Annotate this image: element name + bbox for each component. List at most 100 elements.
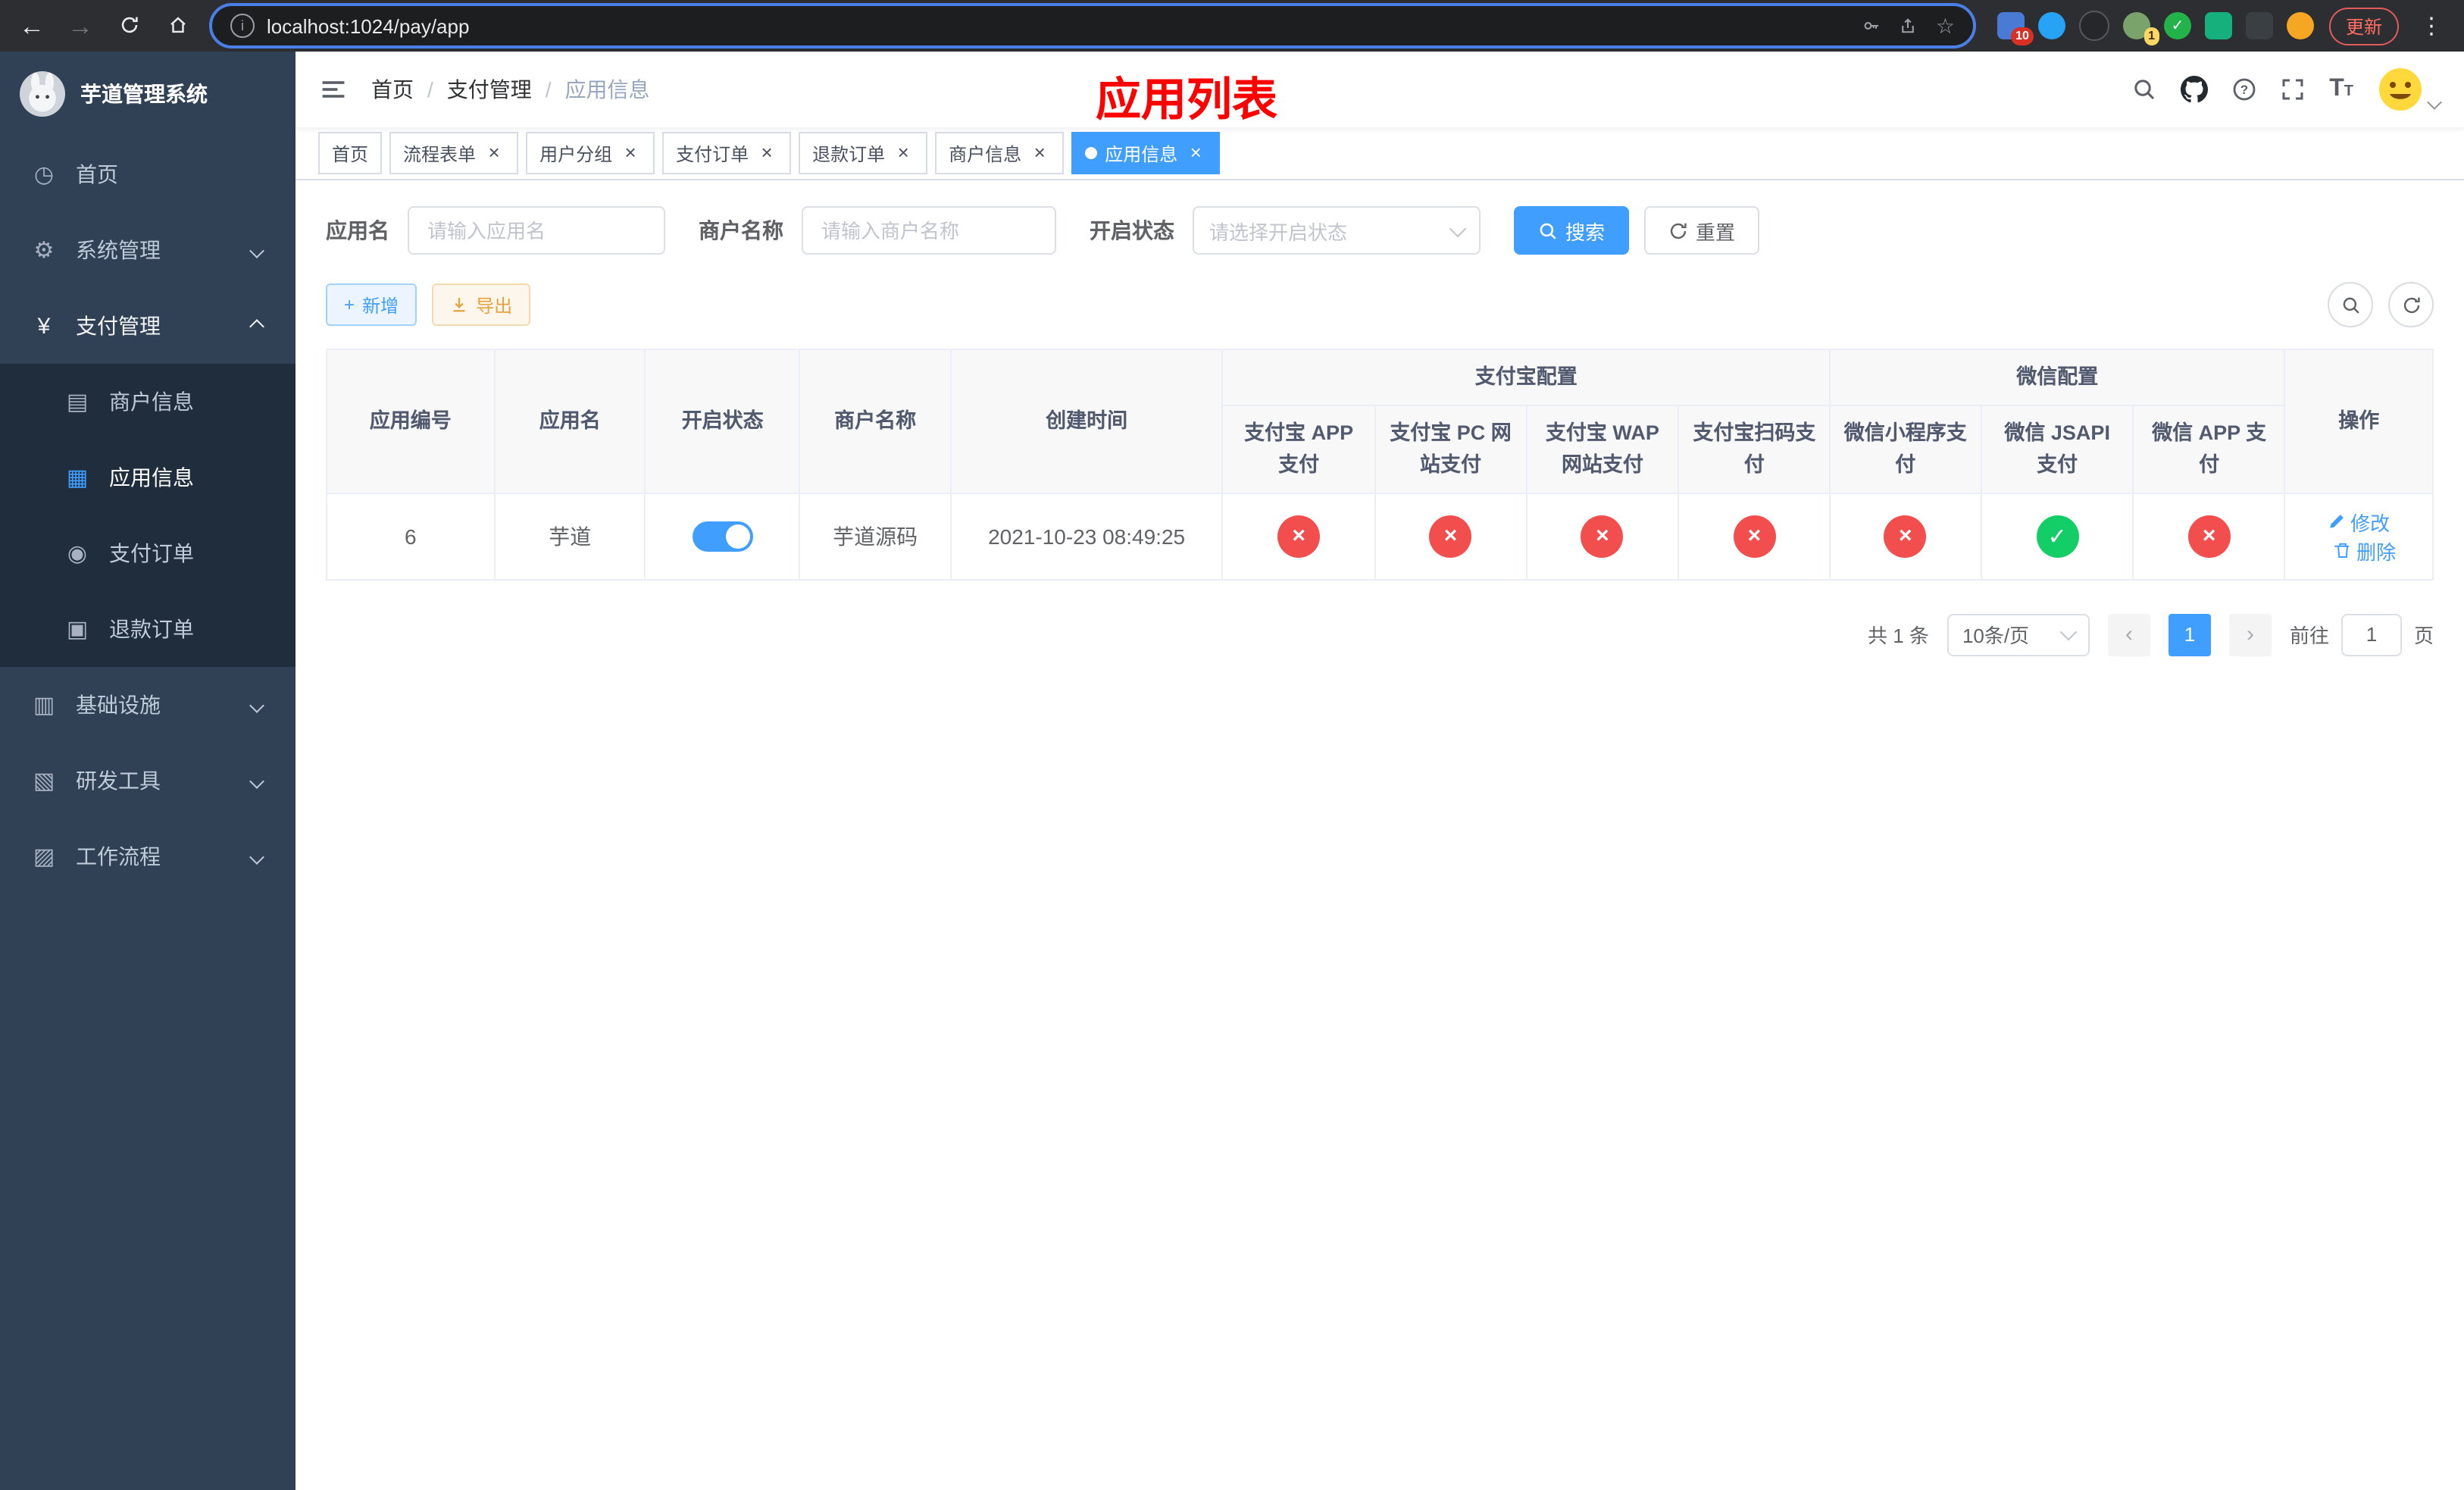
chevron-up-icon: [249, 318, 264, 333]
help-icon[interactable]: ?: [2232, 77, 2256, 102]
refund-icon: ▣: [66, 617, 89, 643]
browser-back-icon[interactable]: ←: [15, 13, 48, 39]
font-size-icon[interactable]: TT: [2329, 76, 2353, 103]
sidebar-item-label: 系统管理: [76, 238, 161, 262]
close-icon[interactable]: ×: [893, 142, 914, 164]
close-icon[interactable]: ×: [620, 142, 641, 164]
chevron-down-icon: [1449, 219, 1467, 237]
address-bar[interactable]: i localhost:1024/pay/app ☆: [209, 3, 1976, 49]
page-number-1[interactable]: 1: [2168, 613, 2211, 656]
infrastructure-icon: ▥: [33, 693, 55, 718]
password-key-icon[interactable]: [1863, 17, 1881, 35]
tab-refund-order[interactable]: 退款订单 ×: [799, 132, 928, 174]
bank-card-icon: ▤: [66, 390, 89, 415]
top-navbar: 首页 / 支付管理 / 应用信息 应用列表 ? TT: [295, 52, 2464, 127]
col-merchant: 商户名称: [799, 349, 952, 494]
goto-page-input[interactable]: [2340, 613, 2402, 656]
pagination: 共 1 条 10条/页 ‹ 1 › 前往 页: [326, 613, 2434, 656]
sidebar-item-dev-tools[interactable]: ▧ 研发工具: [0, 743, 295, 819]
extension-puzzle-dark-icon[interactable]: [2245, 12, 2273, 39]
breadcrumb-payment[interactable]: 支付管理: [447, 74, 532, 105]
app-logo-row[interactable]: 芋道管理系统: [0, 52, 295, 136]
logo-avatar: [20, 71, 65, 117]
tab-pay-order[interactable]: 支付订单 ×: [662, 132, 792, 174]
next-page-button[interactable]: ›: [2228, 613, 2272, 656]
extension-toolbar: 10 1 ✓: [1997, 11, 2314, 45]
edit-link[interactable]: 修改: [2328, 508, 2390, 537]
github-icon[interactable]: [2181, 76, 2209, 103]
app-name-input[interactable]: [408, 206, 665, 255]
status-label: 开启状态: [1090, 218, 1174, 243]
extension-check-icon[interactable]: ✓: [2163, 12, 2191, 39]
status-select[interactable]: 请选择开启状态: [1193, 206, 1481, 255]
cell-app-id: 6: [326, 492, 496, 581]
close-icon[interactable]: ×: [756, 142, 777, 164]
extension-puzzle-icon[interactable]: 10: [1997, 12, 2034, 45]
app-title: 芋道管理系统: [80, 82, 208, 106]
extension-dark-icon[interactable]: [2078, 11, 2109, 41]
hamburger-icon[interactable]: [320, 76, 347, 103]
sidebar-item-app-info[interactable]: ▦ 应用信息: [0, 440, 295, 515]
svg-text:?: ?: [2240, 83, 2248, 97]
group-wechat-config: 微信配置: [1829, 348, 2286, 407]
bookmark-star-icon[interactable]: ☆: [1936, 13, 1955, 39]
delete-link[interactable]: 删除: [2334, 537, 2396, 565]
browser-home-icon[interactable]: [161, 13, 194, 39]
browser-menu-icon[interactable]: ⋮: [2414, 12, 2449, 39]
user-menu[interactable]: [2378, 67, 2442, 112]
extension-green-square-icon[interactable]: [2204, 12, 2232, 39]
sidebar-item-pay-order[interactable]: ◉ 支付订单: [0, 515, 295, 591]
sidebar-item-workflow[interactable]: ▨ 工作流程: [0, 819, 295, 894]
search-button[interactable]: 搜索: [1514, 206, 1630, 255]
dashboard-icon: ◷: [33, 162, 55, 188]
sidebar-item-payment[interactable]: ¥ 支付管理: [0, 288, 295, 364]
browser-forward-icon[interactable]: →: [64, 13, 97, 39]
site-info-icon[interactable]: i: [230, 14, 255, 38]
breadcrumb-separator: /: [545, 77, 552, 102]
extension-drop-icon[interactable]: [2037, 12, 2065, 39]
avatar: [2379, 68, 2422, 111]
browser-reload-icon[interactable]: [112, 13, 145, 39]
table-row: 6 芋道 芋道源码 2021-10-23 08:49:25 × × × × × …: [326, 492, 2434, 581]
sidebar-item-system[interactable]: ⚙ 系统管理: [0, 212, 295, 288]
tab-home[interactable]: 首页: [318, 132, 383, 174]
table-toolbar: + 新增 导出: [326, 282, 2434, 327]
tab-user-group[interactable]: 用户分组 ×: [526, 132, 655, 174]
refresh-button[interactable]: [2388, 282, 2434, 327]
sidebar-item-home[interactable]: ◷ 首页: [0, 136, 295, 212]
browser-chrome: ← → i localhost:1024/pay/app ☆ 10 1 ✓ 更新…: [0, 0, 2464, 52]
sidebar-item-infrastructure[interactable]: ▥ 基础设施: [0, 667, 295, 743]
alipay-pc-status-icon: ×: [1429, 515, 1472, 558]
tab-process-form[interactable]: 流程表单 ×: [389, 132, 519, 174]
status-toggle[interactable]: [692, 521, 753, 552]
sidebar-item-merchant-info[interactable]: ▤ 商户信息: [0, 364, 295, 440]
cell-action: 修改 删除: [2284, 492, 2434, 581]
col-wx-jsapi: 微信 JSAPI 支付: [1980, 405, 2134, 494]
export-button[interactable]: 导出: [432, 283, 531, 326]
page-size-select[interactable]: 10条/页: [1946, 613, 2090, 656]
alipay-app-status-icon: ×: [1277, 515, 1321, 558]
share-icon[interactable]: [1900, 17, 1918, 35]
breadcrumb-home[interactable]: 首页: [371, 74, 414, 105]
toggle-search-button[interactable]: [2328, 282, 2373, 327]
reset-button[interactable]: 重置: [1644, 206, 1760, 255]
prev-page-button[interactable]: ‹: [2107, 613, 2150, 656]
sidebar-item-label: 应用信息: [109, 465, 194, 490]
chevron-down-icon: [2059, 624, 2078, 641]
close-icon[interactable]: ×: [1029, 142, 1050, 164]
close-icon[interactable]: ×: [483, 142, 505, 164]
fullscreen-icon[interactable]: [2281, 77, 2305, 102]
app-name-label: 应用名: [326, 218, 389, 243]
search-icon[interactable]: [2132, 77, 2156, 102]
browser-update-button[interactable]: 更新: [2328, 7, 2399, 45]
extension-emoji-icon[interactable]: [2286, 12, 2314, 39]
add-button[interactable]: + 新增: [326, 283, 417, 326]
merchant-name-input[interactable]: [802, 206, 1056, 255]
tab-merchant-info[interactable]: 商户信息 ×: [935, 132, 1065, 174]
col-app-id: 应用编号: [326, 349, 496, 494]
col-app-name: 应用名: [493, 349, 646, 494]
extension-avatar-icon[interactable]: 1: [2122, 12, 2159, 45]
tab-app-info[interactable]: 应用信息 ×: [1071, 132, 1221, 174]
close-icon[interactable]: ×: [1185, 142, 1206, 164]
sidebar-item-refund-order[interactable]: ▣ 退款订单: [0, 591, 295, 667]
